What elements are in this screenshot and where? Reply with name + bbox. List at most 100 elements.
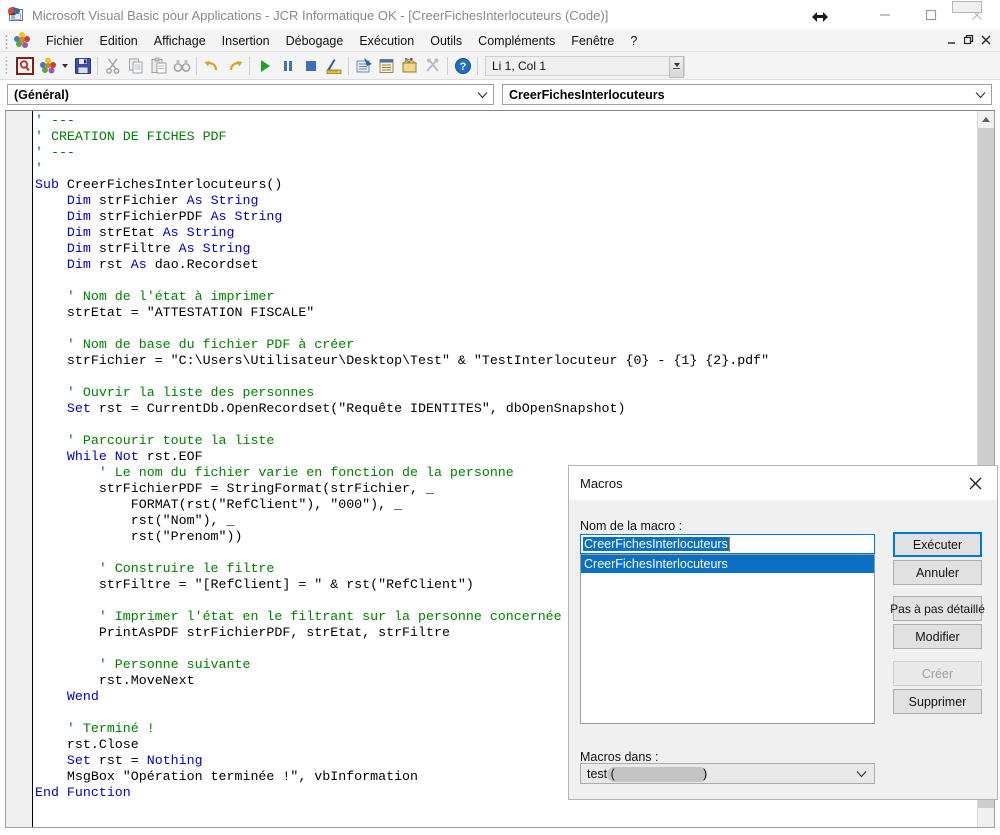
vba-document-icon <box>8 7 24 23</box>
scroll-up-button[interactable] <box>978 111 994 128</box>
menu-label: Insertion <box>221 33 270 48</box>
menu-item-complements[interactable]: Compléments <box>470 31 563 51</box>
menu-label: Affichage <box>153 33 206 48</box>
code-line: ' CREATION DE FICHES PDF <box>35 129 227 144</box>
find-button[interactable] <box>170 54 193 77</box>
undo-button[interactable] <box>200 54 223 77</box>
toolbox-hammer-button[interactable] <box>421 54 444 77</box>
design-mode-button[interactable] <box>322 54 345 77</box>
code-line: Set rst = CurrentDb.OpenRecordset("Requê… <box>66 401 626 416</box>
window-minimize-button[interactable] <box>862 0 908 30</box>
window-title: Microsoft Visual Basic pour Applications… <box>32 7 609 23</box>
menu-label: Exécution <box>359 33 415 48</box>
reset-button[interactable] <box>299 54 322 77</box>
code-line: ' Nom de l'état à imprimer <box>35 289 275 304</box>
code-window-restore-nub[interactable] <box>952 1 982 13</box>
cancel-button[interactable]: Annuler <box>893 560 982 585</box>
mdi-close-button[interactable] <box>978 31 995 51</box>
copy-button[interactable] <box>124 54 147 77</box>
chevron-down-icon <box>856 770 867 778</box>
macros-in-label: Macros dans : <box>580 750 659 764</box>
macro-name-input-value: CreerFichesInterlocuteurs <box>583 537 729 551</box>
macros-in-value: test ( <box>587 766 615 781</box>
vba-project-icon-button[interactable] <box>36 54 59 77</box>
macros-in-combo[interactable]: test ( ) <box>580 763 875 784</box>
status-spinner[interactable] <box>669 55 684 78</box>
edit-button[interactable]: Modifier <box>893 624 982 649</box>
button-label: Supprimer <box>908 694 967 709</box>
help-question-button[interactable]: ? <box>451 54 474 77</box>
menu-item-debogage[interactable]: Débogage <box>278 31 352 51</box>
project-explorer-button[interactable] <box>352 54 375 77</box>
dialog-title: Macros <box>580 475 623 491</box>
code-line: ' Parcourir toute la liste <box>35 433 275 448</box>
menu-label: Fenêtre <box>571 33 615 48</box>
break-button[interactable] <box>276 54 299 77</box>
macro-name-input[interactable]: CreerFichesInterlocuteurs <box>580 534 875 554</box>
code-line: Sub CreerFichesInterlocuteurs() <box>35 177 283 192</box>
object-combo[interactable]: (Général) <box>7 84 494 105</box>
code-line: strFichier = "C:\Users\Utilisateur\Deskt… <box>35 353 770 368</box>
line-column-indicator: Li 1, Col 1 <box>485 55 685 78</box>
save-button[interactable] <box>71 54 94 77</box>
button-label: Annuler <box>915 565 960 580</box>
button-label: Exécuter <box>912 537 963 552</box>
code-line: Dim rst As dao.Recordset <box>66 257 259 272</box>
code-combo-bar: (Général) CreerFichesInterlocuteurs <box>0 82 1000 107</box>
code-line: ' Ouvrir la liste des personnes <box>35 385 315 400</box>
code-line: Dim strEtat As String <box>66 225 235 240</box>
menu-item-insertion[interactable]: Insertion <box>214 31 278 51</box>
procedure-combo-value: CreerFichesInterlocuteurs <box>509 87 665 102</box>
paste-button[interactable] <box>147 54 170 77</box>
mdi-restore-button[interactable] <box>961 31 978 51</box>
list-item-label: CreerFichesInterlocuteurs <box>584 557 728 571</box>
standard-toolbar: ? Li 1, Col 1 <box>0 52 1000 80</box>
vba-editor-window: Microsoft Visual Basic pour Applications… <box>0 0 1000 835</box>
menu-label: Débogage <box>285 33 344 48</box>
procedure-combo[interactable]: CreerFichesInterlocuteurs <box>502 84 992 105</box>
toolbar-grip-handle[interactable] <box>3 56 12 75</box>
menu-item-fenetre[interactable]: Fenêtre <box>563 31 622 51</box>
menu-item-execution[interactable]: Exécution <box>351 31 422 51</box>
window-maximize-button[interactable] <box>908 0 954 30</box>
execute-button[interactable]: Exécuter <box>893 532 982 557</box>
code-margin-indicator-bar[interactable] <box>6 111 33 827</box>
code-line: Dim strFiltre As String <box>66 241 251 256</box>
chevron-down-icon[interactable] <box>59 54 71 77</box>
menu-item-fichier[interactable]: Fichier <box>38 31 92 51</box>
dialog-close-button[interactable] <box>953 466 997 500</box>
title-bar: Microsoft Visual Basic pour Applications… <box>0 0 1000 30</box>
menu-grip-handle[interactable] <box>3 32 12 49</box>
step-into-button[interactable]: Pas à pas détaillé <box>890 596 985 621</box>
code-line: While Not rst.EOF <box>66 449 203 464</box>
redo-button[interactable] <box>223 54 246 77</box>
menu-label: Outils <box>430 33 463 48</box>
delete-button[interactable]: Supprimer <box>893 689 982 714</box>
menu-bar: Fichier Edition Affichage Insertion Débo… <box>0 30 1000 52</box>
list-item[interactable]: CreerFichesInterlocuteurs <box>581 555 874 573</box>
chevron-down-icon <box>975 85 986 104</box>
object-browser-button[interactable] <box>398 54 421 77</box>
menu-label: Fichier <box>46 33 84 48</box>
menu-item-outils[interactable]: Outils <box>422 31 470 51</box>
text-caret <box>728 536 730 552</box>
menu-item-aide[interactable]: ? <box>622 31 645 51</box>
svg-text:?: ? <box>459 61 466 73</box>
macro-list[interactable]: CreerFichesInterlocuteurs <box>580 554 875 724</box>
code-line: ' --- <box>35 113 75 128</box>
properties-window-button[interactable] <box>375 54 398 77</box>
menu-label: ? <box>630 33 638 48</box>
horizontal-resize-cursor <box>812 11 828 22</box>
create-button[interactable]: Créer <box>893 661 982 686</box>
dialog-title-bar: Macros <box>569 466 997 500</box>
run-button[interactable] <box>253 54 276 77</box>
object-combo-value: (Général) <box>14 87 69 102</box>
cut-button[interactable] <box>101 54 124 77</box>
mdi-minimize-button[interactable] <box>944 31 961 51</box>
menu-item-edition[interactable]: Edition <box>92 31 146 51</box>
menu-item-affichage[interactable]: Affichage <box>146 31 214 51</box>
view-microsoft-access-button[interactable] <box>13 54 36 77</box>
